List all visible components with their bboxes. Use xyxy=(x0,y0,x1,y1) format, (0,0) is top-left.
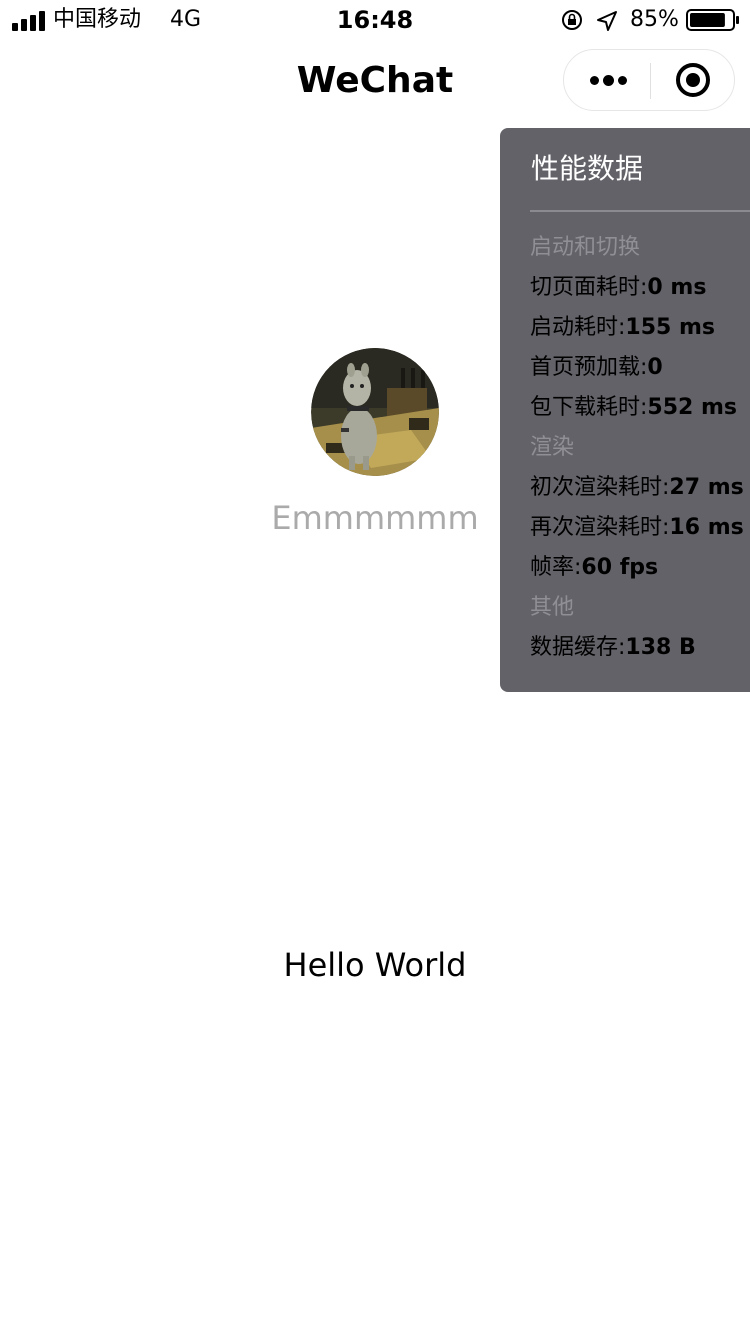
battery-percent: 85% xyxy=(630,7,679,32)
perf-section-other: 其他 xyxy=(530,595,575,620)
lock-rotation-icon xyxy=(562,10,582,30)
perf-row-startup-time: 启动耗时:155 ms xyxy=(530,315,716,340)
greeting-text: Hello World xyxy=(283,946,467,984)
perf-row-switch-page: 切页面耗时:0 ms xyxy=(530,275,707,300)
perf-row-preload: 首页预加载:0 xyxy=(530,355,663,380)
perf-divider xyxy=(530,210,750,212)
perf-row-package-download: 包下载耗时:552 ms xyxy=(530,395,738,420)
more-dots-icon xyxy=(590,76,599,85)
perf-section-render: 渲染 xyxy=(530,435,575,460)
close-button[interactable] xyxy=(651,50,735,110)
avatar[interactable] xyxy=(311,348,439,476)
perf-section-startup: 启动和切换 xyxy=(530,235,641,260)
battery-icon xyxy=(686,9,739,31)
perf-row-frame-rate: 帧率:60 fps xyxy=(530,555,659,580)
more-button[interactable] xyxy=(564,50,650,110)
location-arrow-icon xyxy=(597,11,617,31)
perf-row-first-render: 初次渲染耗时:27 ms xyxy=(530,475,744,500)
status-bar: 中国移动 4G 16:48 85% xyxy=(0,0,750,40)
perf-row-re-render: 再次渲染耗时:16 ms xyxy=(530,515,744,540)
menu-capsule xyxy=(563,49,735,111)
perf-panel-title: 性能数据 xyxy=(531,152,644,185)
perf-row-data-cache: 数据缓存:138 B xyxy=(530,635,696,660)
